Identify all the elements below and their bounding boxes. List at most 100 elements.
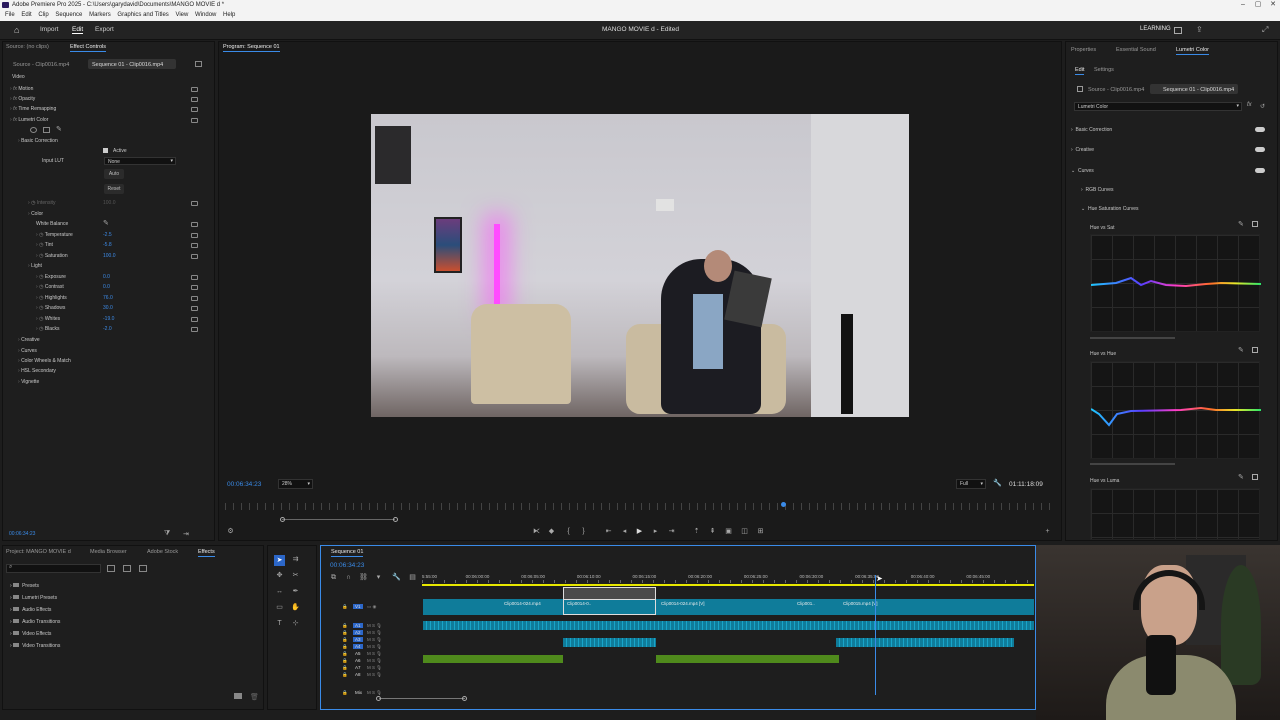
razor-icon[interactable]: ✂: [291, 572, 300, 580]
extract-icon[interactable]: ⇞: [708, 528, 717, 536]
timeline-ruler[interactable]: 5:55:00 00:06:00:00 00:06:05:00 00:06:10:00…: [422, 573, 1034, 583]
mask-pen-icon[interactable]: ✎: [56, 126, 63, 133]
reset-effect-icon[interactable]: ↺: [1260, 103, 1265, 110]
effect-row[interactable]: White Balance: [36, 221, 68, 227]
reset-parameter-icon[interactable]: [191, 285, 198, 290]
lumetri-sequence-clip[interactable]: Sequence 01 - Clip0016.mp4: [1163, 87, 1234, 93]
effect-row[interactable]: › Creative: [18, 337, 40, 343]
multicam-icon[interactable]: ⊞: [756, 528, 765, 536]
track-header[interactable]: 🔒 Mix M S 🎙: [342, 690, 420, 697]
track-label[interactable]: A7: [353, 665, 363, 670]
track-header[interactable]: 🔒 A5 M S 🎙: [342, 651, 420, 658]
timeline-settings-icon[interactable]: 🔧: [392, 574, 401, 582]
reset-parameter-icon[interactable]: [191, 275, 198, 280]
selection-tool-icon[interactable]: ➤: [274, 555, 285, 566]
section-curves[interactable]: ⌄ Curves: [1071, 168, 1094, 174]
mute-solo-icon[interactable]: M S 🎙: [367, 623, 382, 629]
go-to-out-icon[interactable]: ⇥: [667, 528, 676, 536]
effect-value[interactable]: 0.0: [103, 274, 110, 280]
lock-icon[interactable]: 🔒: [342, 658, 348, 664]
zoom-dropdown[interactable]: 28% ▾: [278, 479, 313, 489]
effects-folder[interactable]: › Presets: [10, 583, 39, 589]
program-timecode[interactable]: 00:06:34:23: [227, 481, 261, 488]
transform-icon[interactable]: ⊹: [291, 620, 300, 628]
source-timecode[interactable]: 00:06:34:23: [9, 531, 35, 537]
reset-curve-icon[interactable]: [1252, 221, 1258, 227]
reset-parameter-icon[interactable]: [191, 118, 198, 123]
effect-value[interactable]: -19.0: [103, 316, 114, 322]
hue-vs-luma-curve[interactable]: [1090, 488, 1260, 540]
auto-button[interactable]: Auto: [104, 169, 124, 179]
eyedropper-icon[interactable]: ✎: [1238, 473, 1244, 481]
effect-row[interactable]: › Light: [28, 263, 42, 269]
program-monitor-title[interactable]: Program: Sequence 01: [223, 44, 280, 52]
track-header[interactable]: 🔒 A6 M S 🎙: [342, 658, 420, 665]
eyedropper-icon[interactable]: ✎: [103, 220, 110, 227]
track-header[interactable]: 🔒 A4 M S 🎙: [342, 644, 420, 651]
effect-row[interactable]: › ◷ Saturation: [36, 253, 68, 259]
creative-toggle[interactable]: [1255, 147, 1265, 152]
menu-file[interactable]: File: [5, 12, 15, 18]
timeline-playhead[interactable]: [875, 575, 876, 695]
menu-clip[interactable]: Clip: [38, 12, 48, 18]
active-checkbox[interactable]: [103, 148, 108, 153]
reset-parameter-icon[interactable]: [191, 327, 198, 332]
rectangle-icon[interactable]: ▭: [275, 604, 284, 612]
export-icon[interactable]: ⇥: [183, 530, 189, 538]
hand-icon[interactable]: ✋: [291, 604, 300, 612]
program-ruler[interactable]: [225, 503, 1055, 510]
menu-window[interactable]: Window: [195, 12, 216, 18]
track-header[interactable]: 🔒 A1 M S 🎙: [342, 623, 420, 630]
audio-a3-d[interactable]: [836, 638, 1014, 647]
effect-value[interactable]: -5.8: [103, 242, 112, 248]
captions-icon[interactable]: ▤: [408, 574, 417, 582]
mute-solo-icon[interactable]: M S 🎙: [367, 630, 382, 636]
lock-icon[interactable]: 🔒: [342, 604, 348, 610]
hue-vs-sat-curve[interactable]: [1090, 234, 1261, 332]
track-label[interactable]: A6: [353, 658, 363, 663]
effect-row[interactable]: › HSL Secondary: [18, 368, 56, 374]
audio-a5-a[interactable]: [423, 655, 563, 663]
section-basic-correction[interactable]: › Basic Correction: [1071, 127, 1112, 133]
effect-row[interactable]: › ◷ Intensity: [28, 200, 55, 206]
close-button[interactable]: ✕: [1266, 0, 1280, 10]
reset-parameter-icon[interactable]: [191, 317, 198, 322]
effects-folder[interactable]: › Video Effects: [10, 631, 51, 637]
wrench-icon[interactable]: 🔧: [993, 479, 1002, 487]
step-forward-icon[interactable]: ▸: [651, 528, 660, 536]
tab-sequence[interactable]: Sequence 01: [331, 549, 364, 557]
compare-icon[interactable]: ◫: [740, 528, 749, 536]
effect-value[interactable]: 0.0: [103, 284, 110, 290]
mute-solo-icon[interactable]: M S 🎙: [367, 637, 382, 643]
audio-a3-b[interactable]: [563, 638, 656, 647]
effects-folder[interactable]: › Lumetri Presets: [10, 595, 57, 601]
track-label[interactable]: A3: [353, 637, 363, 642]
reset-parameter-icon[interactable]: [191, 254, 198, 259]
filter-icon[interactable]: ⧩: [164, 530, 170, 538]
fullscreen-icon[interactable]: ⤢: [1262, 26, 1270, 34]
minimize-button[interactable]: –: [1236, 0, 1250, 10]
scroll-handle-right[interactable]: [393, 517, 398, 522]
in-point-icon[interactable]: {: [564, 528, 573, 536]
add-marker-icon[interactable]: ▾: [374, 574, 383, 582]
track-label[interactable]: A2: [353, 630, 363, 635]
lock-icon[interactable]: 🔒: [342, 672, 348, 678]
effect-row[interactable]: › ◷ Temperature: [36, 232, 73, 238]
lock-icon[interactable]: 🔒: [342, 665, 348, 671]
effect-row[interactable]: › fx Opacity: [10, 96, 35, 102]
sequence-clip-selector[interactable]: Sequence 01 - Clip0016.mp4: [92, 62, 163, 68]
play-icon[interactable]: ▶: [635, 528, 644, 536]
trash-icon[interactable]: 🗑: [250, 693, 259, 701]
clip-toggle-icon[interactable]: [195, 61, 202, 67]
track-header[interactable]: 🔒 A8 M S 🎙: [342, 672, 420, 679]
mute-solo-icon[interactable]: M S 🎙: [367, 665, 382, 671]
track-select-icon[interactable]: ⇉: [291, 556, 300, 564]
effect-row[interactable]: › Curves: [18, 348, 37, 354]
reset-curve-icon[interactable]: [1252, 474, 1258, 480]
track-label[interactable]: A4: [353, 644, 363, 649]
rgb-curves-item[interactable]: › RGB Curves: [1081, 187, 1114, 193]
tab-settings[interactable]: Settings: [1094, 67, 1114, 73]
audio-a5-c[interactable]: [656, 655, 839, 663]
mute-solo-icon[interactable]: M S 🎙: [367, 644, 382, 650]
effect-row[interactable]: › Color Wheels & Match: [18, 358, 71, 364]
